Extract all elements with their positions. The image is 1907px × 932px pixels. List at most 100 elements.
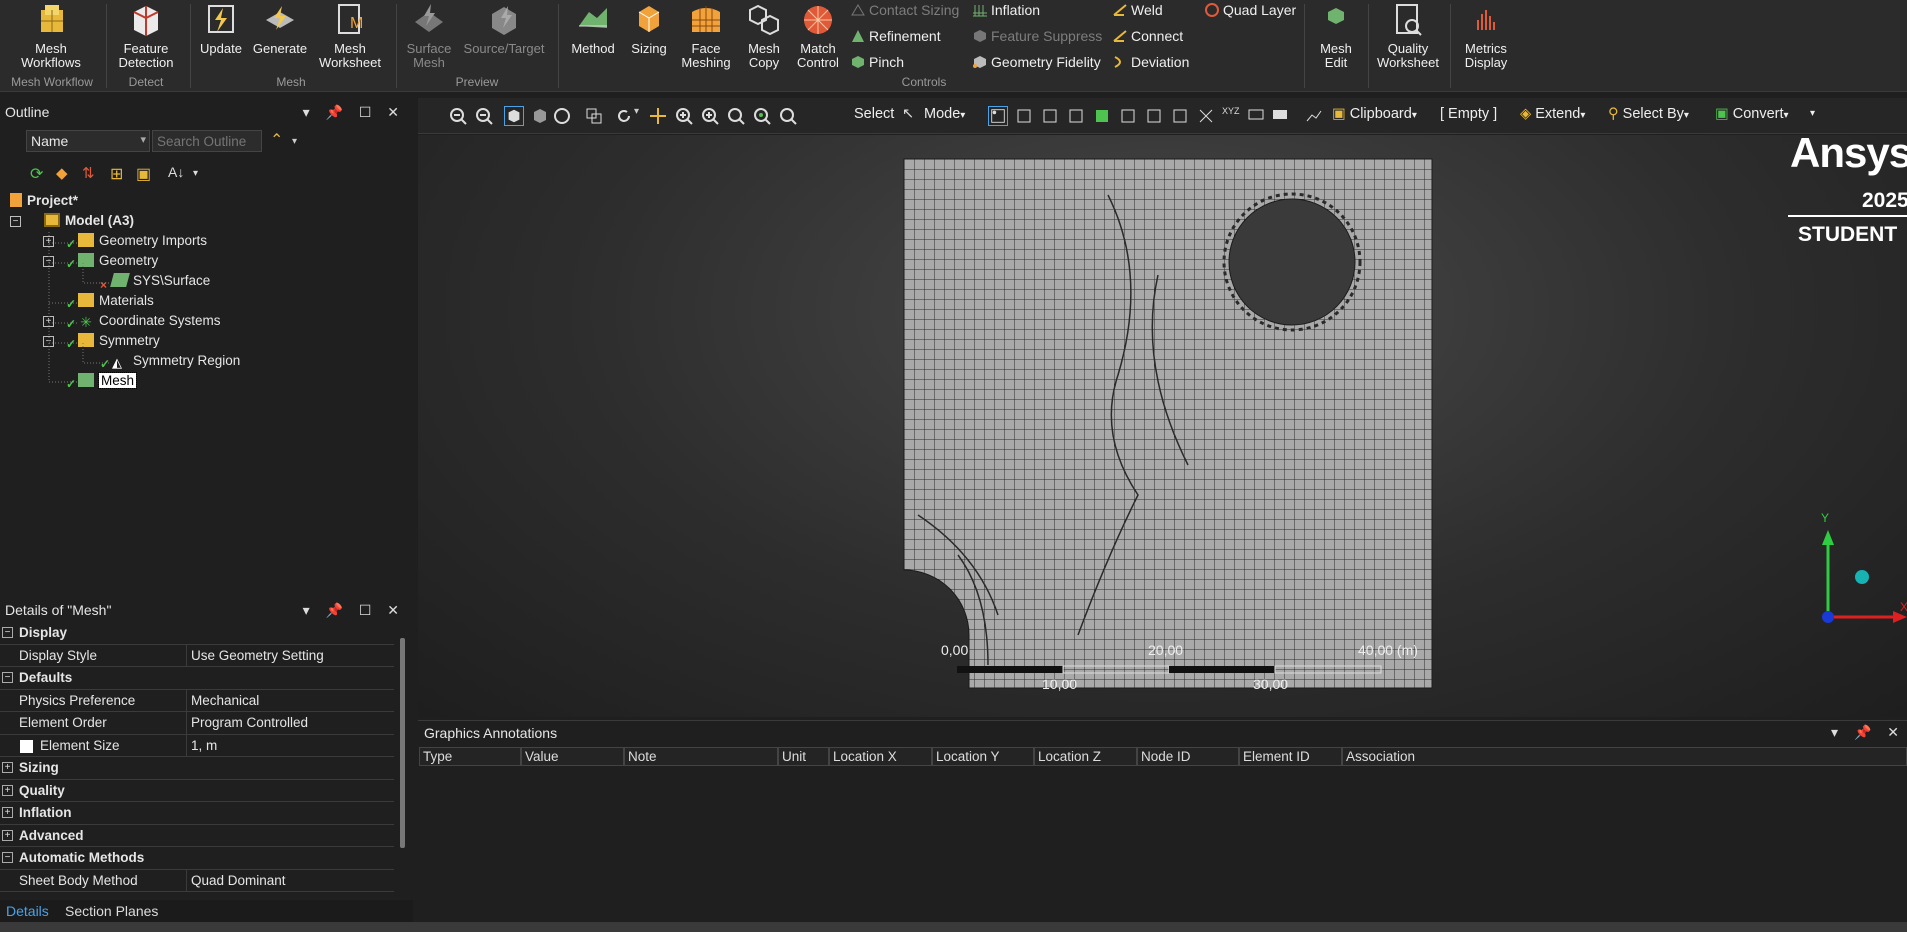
quality-worksheet-button[interactable]: Quality Worksheet — [1372, 0, 1444, 70]
select-body-icon[interactable] — [1066, 106, 1086, 126]
details-header-display[interactable]: − Display — [0, 622, 394, 645]
clipboard-dropdown[interactable]: ▣ Clipboard▾ — [1332, 106, 1417, 122]
hide-icon[interactable] — [1196, 106, 1216, 126]
deviation-button[interactable]: Deviation — [1112, 54, 1189, 70]
match-control-button[interactable]: Match Control — [792, 0, 844, 70]
chevron-down-icon[interactable]: ▾ — [1810, 108, 1815, 119]
panel-controls[interactable]: ▾ 📌 ✕ — [1831, 724, 1905, 741]
expand-icon[interactable]: + — [43, 236, 54, 247]
details-header-sizing[interactable]: + Sizing — [0, 757, 394, 780]
layers-icon[interactable] — [584, 106, 604, 126]
tree-item-symmetry-region[interactable]: ◭ Symmetry Region — [112, 351, 240, 371]
sort-icon[interactable]: ⇅ — [82, 164, 95, 182]
chevron-down-icon[interactable]: ▾ — [292, 136, 297, 147]
mode-dropdown[interactable]: Mode▾ — [924, 106, 965, 122]
column-header[interactable]: Unit — [778, 747, 829, 766]
comment-icon[interactable] — [1270, 106, 1290, 126]
box-view-icon[interactable] — [530, 106, 550, 126]
extend-dropdown[interactable]: ◈ Extend▾ — [1520, 106, 1585, 122]
inflation-button[interactable]: Inflation — [972, 2, 1040, 18]
column-header[interactable]: Node ID — [1137, 747, 1239, 766]
zoom-selection-icon[interactable] — [752, 106, 772, 126]
collapse-icon[interactable]: − — [43, 336, 54, 347]
tab-details[interactable]: Details — [6, 903, 49, 919]
element-size-checkbox[interactable] — [20, 739, 33, 753]
details-header-inflation[interactable]: + Inflation — [0, 802, 394, 825]
column-header[interactable]: Location X — [829, 747, 932, 766]
select-edge-icon[interactable] — [1014, 106, 1034, 126]
palette-icon[interactable] — [552, 106, 572, 126]
tree-item-geometry-imports[interactable]: Geometry Imports — [78, 231, 207, 251]
column-header[interactable]: Location Z — [1034, 747, 1137, 766]
zoom-out-icon[interactable] — [448, 106, 468, 126]
weld-button[interactable]: Weld — [1112, 2, 1163, 18]
label-icon[interactable] — [1246, 106, 1266, 126]
details-row[interactable]: Element Order Program Controlled — [0, 712, 394, 735]
sizing-button[interactable]: Sizing — [624, 0, 674, 56]
tree-item-geometry[interactable]: Geometry — [78, 251, 158, 271]
source-target-button[interactable]: Source/Target — [458, 0, 550, 56]
details-header-quality[interactable]: + Quality — [0, 780, 394, 802]
tree-item-symmetry[interactable]: Symmetry — [78, 331, 160, 351]
select-element-icon[interactable] — [1144, 106, 1164, 126]
face-meshing-button[interactable]: Face Meshing — [676, 0, 736, 70]
column-header[interactable]: Association — [1342, 747, 1907, 766]
collapse-icon[interactable]: − — [10, 216, 21, 227]
expand-icon[interactable]: + — [2, 784, 13, 796]
pan-icon[interactable] — [648, 106, 668, 126]
outline-filter-dropdown[interactable]: Name ▾ — [26, 130, 150, 152]
select-element-face-icon[interactable] — [1118, 106, 1138, 126]
refresh-icon[interactable]: ⟳ — [30, 164, 43, 184]
tree-item-model[interactable]: Model (A3) — [44, 211, 134, 231]
iso-view-icon[interactable] — [504, 106, 524, 126]
refinement-button[interactable]: Refinement — [850, 28, 941, 44]
tree-item-materials[interactable]: Materials — [78, 291, 154, 311]
tree-item-sys-surface[interactable]: SYS\Surface — [110, 271, 210, 291]
eraser-icon[interactable]: ◆ — [56, 164, 68, 182]
details-row[interactable]: Sheet Body Method Quad Dominant — [0, 869, 394, 892]
zoom-fit-icon[interactable] — [726, 106, 746, 126]
select-label[interactable]: Select — [854, 106, 894, 122]
details-row[interactable]: Physics Preference Mechanical — [0, 689, 394, 712]
collapse-icon[interactable]: − — [2, 627, 13, 638]
expand-icon[interactable]: + — [2, 807, 13, 818]
details-header-defaults[interactable]: − Defaults — [0, 667, 394, 690]
sort-az-icon[interactable]: A↓ — [168, 164, 184, 180]
panel-controls[interactable]: ▾ 📌 ☐ ✕ — [303, 596, 405, 624]
tab-section-planes[interactable]: Section Planes — [65, 903, 158, 919]
panel-controls[interactable]: ▾ 📌 ☐ ✕ — [303, 98, 405, 126]
zoom-box-icon[interactable] — [700, 106, 720, 126]
collapse-icon[interactable]: − — [2, 672, 13, 683]
collapse-icon[interactable]: − — [43, 256, 54, 267]
expand-icon[interactable]: + — [2, 829, 13, 841]
xyz-icon[interactable]: XYZ — [1222, 106, 1242, 126]
grid-icon[interactable]: ⊞ — [110, 164, 123, 184]
select-point-icon[interactable] — [988, 106, 1008, 126]
feature-detection-button[interactable]: Feature Detection — [112, 0, 180, 70]
contact-sizing-button[interactable]: Contact Sizing — [850, 2, 959, 18]
method-button[interactable]: Method — [564, 0, 622, 56]
tree-item-mesh[interactable]: Mesh — [78, 371, 138, 391]
chevron-down-icon[interactable]: ▾ — [193, 168, 198, 179]
collapse-icon[interactable]: − — [2, 852, 13, 863]
details-row[interactable]: Element Size 1, m — [0, 734, 394, 757]
details-header-advanced[interactable]: + Advanced — [0, 825, 394, 847]
tree-item-coordinate-systems[interactable]: ✳ Coordinate Systems — [78, 311, 220, 331]
mesh-edit-button[interactable]: Mesh Edit — [1310, 0, 1362, 70]
mesh-worksheet-button[interactable]: M Mesh Worksheet — [314, 0, 386, 70]
mesh-copy-button[interactable]: Mesh Copy — [738, 0, 790, 70]
feature-suppress-button[interactable]: Feature Suppress — [972, 28, 1102, 44]
rotate-icon[interactable] — [614, 106, 634, 126]
select-mesh-icon[interactable] — [1170, 106, 1190, 126]
geometry-fidelity-button[interactable]: Geometry Fidelity — [972, 54, 1101, 70]
generate-button[interactable]: Generate — [248, 0, 312, 56]
select-face-icon[interactable] — [1040, 106, 1060, 126]
column-header[interactable]: Element ID — [1239, 747, 1342, 766]
select-by-dropdown[interactable]: ⚲ Select By▾ — [1608, 106, 1689, 122]
column-header[interactable]: Value — [521, 747, 624, 766]
tree-item-project[interactable]: Project* — [10, 191, 78, 211]
expand-icon[interactable]: + — [43, 316, 54, 327]
folder-icon[interactable]: ▣ — [136, 164, 151, 184]
metrics-display-button[interactable]: Metrics Display — [1456, 0, 1516, 70]
column-header[interactable]: Note — [624, 747, 778, 766]
